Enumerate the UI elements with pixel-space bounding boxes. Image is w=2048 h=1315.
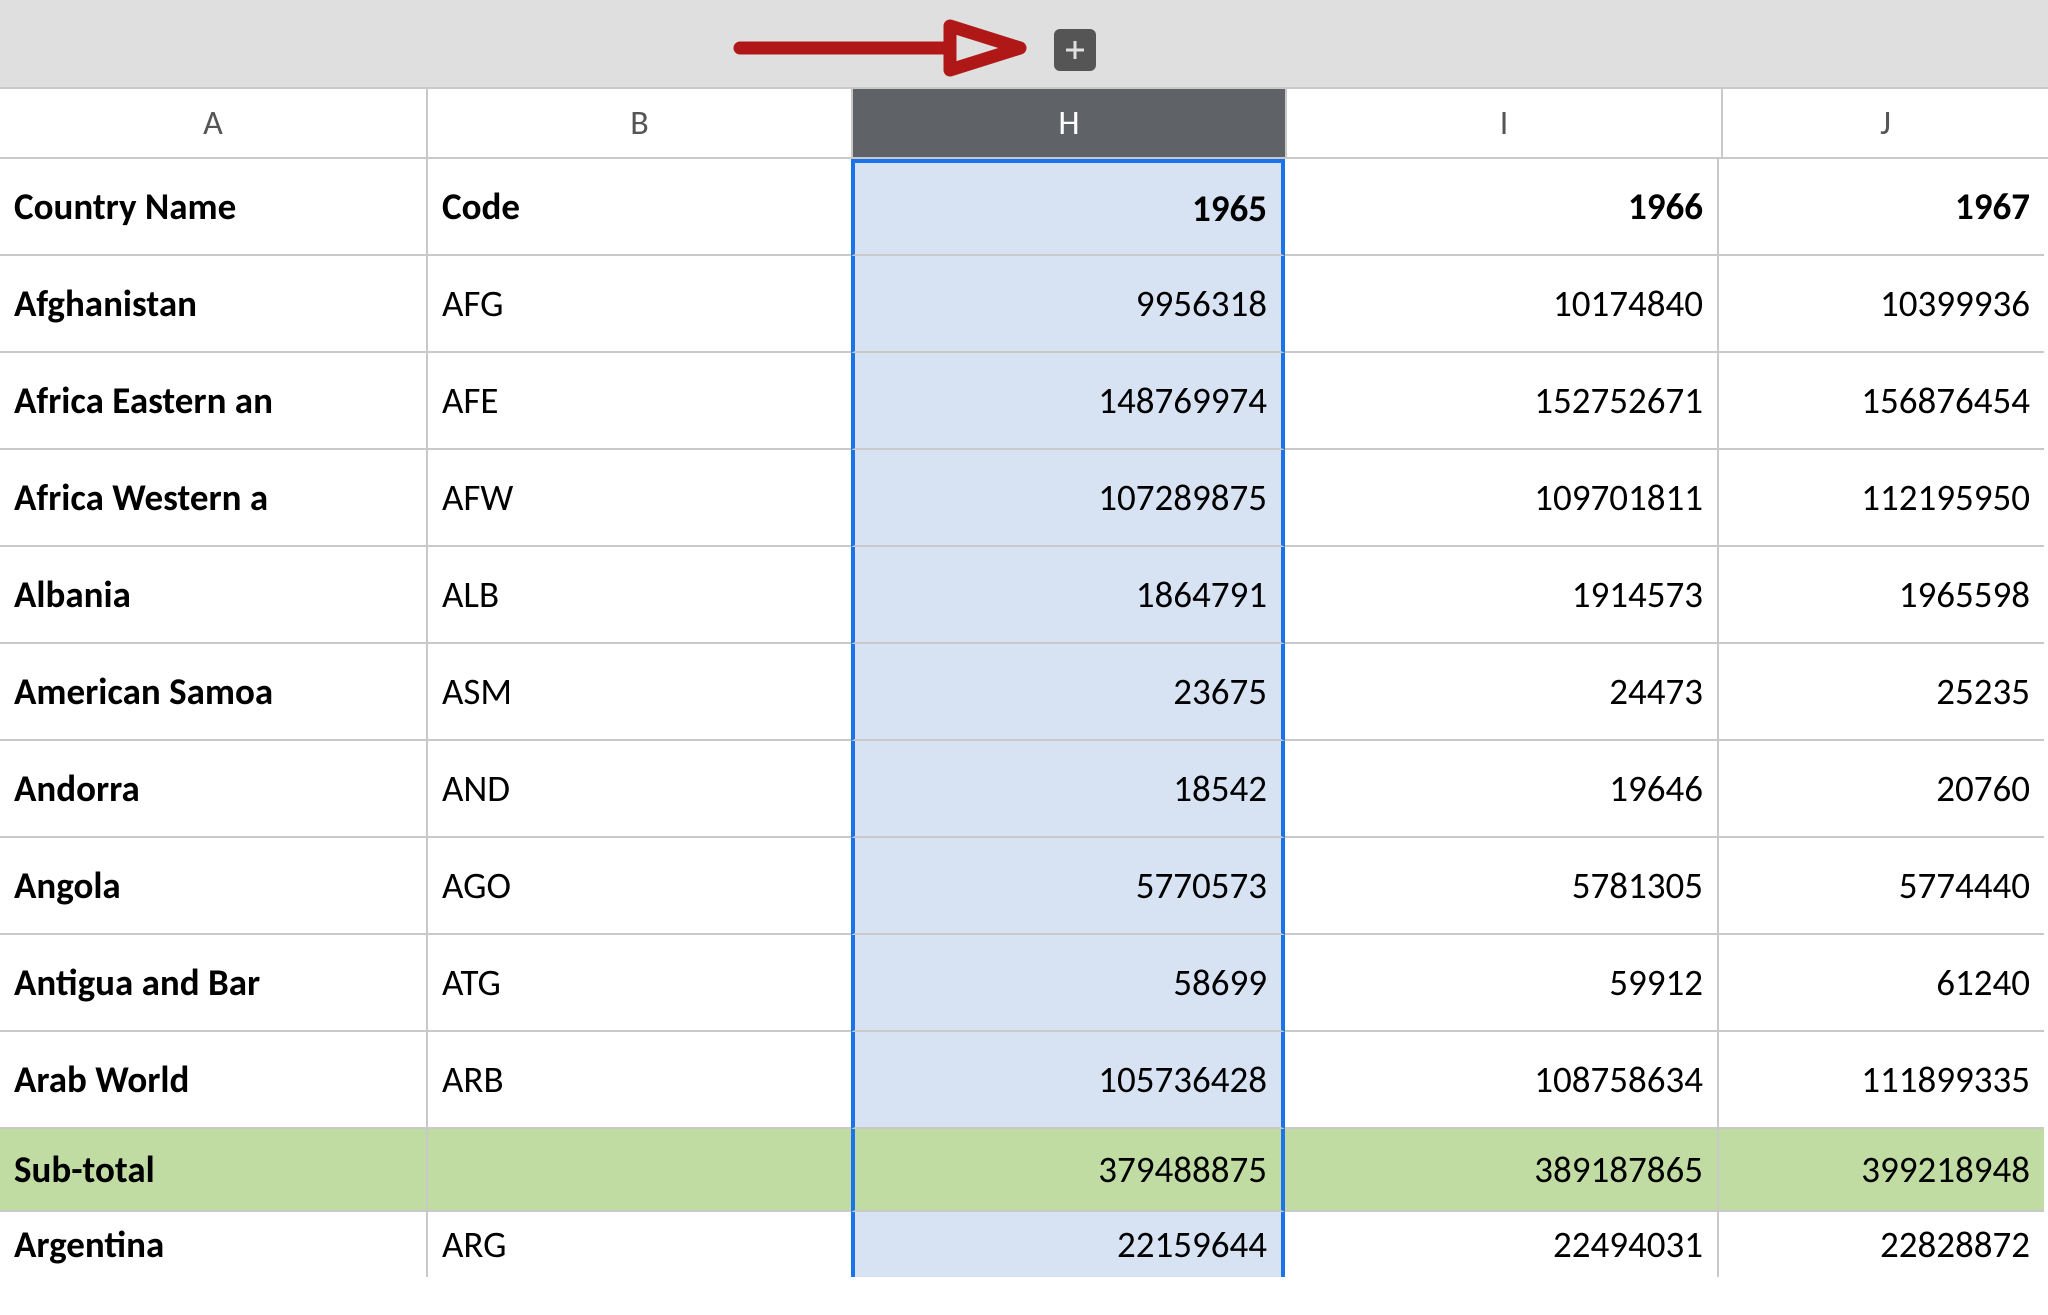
cell-1965[interactable]: 18542 <box>851 741 1285 838</box>
cell-1966[interactable]: 5781305 <box>1281 838 1717 935</box>
cell-1967[interactable]: 111899335 <box>1717 1032 2044 1129</box>
cell-code[interactable]: AGO <box>426 838 851 935</box>
cell-1966[interactable]: 108758634 <box>1281 1032 1717 1129</box>
cell-1967[interactable]: 25235 <box>1717 644 2044 741</box>
cell-1966[interactable]: 59912 <box>1281 935 1717 1032</box>
header-1965[interactable]: 1965 <box>851 159 1285 256</box>
header-1967[interactable]: 1967 <box>1717 159 2044 256</box>
cell-country[interactable]: Afghanistan <box>0 256 426 353</box>
cell-1965[interactable]: 22159644 <box>851 1212 1285 1277</box>
table-row: Angola AGO 5770573 5781305 5774440 <box>0 838 2048 935</box>
data-grid: Country Name Code 1965 1966 1967 Afghani… <box>0 159 2048 1277</box>
table-header-row: Country Name Code 1965 1966 1967 <box>0 159 2048 256</box>
cell-country[interactable]: Albania <box>0 547 426 644</box>
cell-1967[interactable]: 112195950 <box>1717 450 2044 547</box>
expand-group-button[interactable] <box>1054 29 1096 71</box>
cell-1967[interactable]: 10399936 <box>1717 256 2044 353</box>
table-row: Argentina ARG 22159644 22494031 22828872 <box>0 1212 2048 1277</box>
column-header-b[interactable]: B <box>426 89 851 159</box>
table-row: Arab World ARB 105736428 108758634 11189… <box>0 1032 2048 1129</box>
cell-1966[interactable]: 24473 <box>1281 644 1717 741</box>
cell-country[interactable]: American Samoa <box>0 644 426 741</box>
cell-country[interactable]: Argentina <box>0 1212 426 1277</box>
arrow-annotation-icon <box>720 8 1040 88</box>
subtotal-row: Sub-total 379488875 389187865 399218948 <box>0 1129 2048 1212</box>
cell-1965[interactable]: 148769974 <box>851 353 1285 450</box>
plus-icon <box>1065 40 1085 60</box>
cell-1967[interactable]: 1965598 <box>1717 547 2044 644</box>
cell-country[interactable]: Africa Eastern an <box>0 353 426 450</box>
cell-country[interactable]: Africa Western a <box>0 450 426 547</box>
column-header-h[interactable]: H <box>851 89 1285 159</box>
cell-code[interactable]: AFW <box>426 450 851 547</box>
cell-code[interactable]: ARB <box>426 1032 851 1129</box>
cell-1967[interactable]: 22828872 <box>1717 1212 2044 1277</box>
cell-1966[interactable]: 22494031 <box>1281 1212 1717 1277</box>
cell-1965[interactable]: 1864791 <box>851 547 1285 644</box>
table-row: Albania ALB 1864791 1914573 1965598 <box>0 547 2048 644</box>
cell-code[interactable]: AFE <box>426 353 851 450</box>
cell-code[interactable]: ARG <box>426 1212 851 1277</box>
header-country[interactable]: Country Name <box>0 159 426 256</box>
subtotal-1965[interactable]: 379488875 <box>851 1129 1285 1212</box>
cell-1966[interactable]: 152752671 <box>1281 353 1717 450</box>
cell-code[interactable]: ATG <box>426 935 851 1032</box>
cell-country[interactable]: Angola <box>0 838 426 935</box>
cell-1966[interactable]: 109701811 <box>1281 450 1717 547</box>
table-row: Africa Western a AFW 107289875 109701811… <box>0 450 2048 547</box>
table-row: American Samoa ASM 23675 24473 25235 <box>0 644 2048 741</box>
cell-1965[interactable]: 9956318 <box>851 256 1285 353</box>
cell-code[interactable]: AFG <box>426 256 851 353</box>
column-header-i[interactable]: I <box>1285 89 1721 159</box>
cell-1967[interactable]: 61240 <box>1717 935 2044 1032</box>
header-1966[interactable]: 1966 <box>1281 159 1717 256</box>
table-row: Andorra AND 18542 19646 20760 <box>0 741 2048 838</box>
cell-1967[interactable]: 20760 <box>1717 741 2044 838</box>
cell-code[interactable]: ASM <box>426 644 851 741</box>
cell-1966[interactable]: 1914573 <box>1281 547 1717 644</box>
table-row: Afghanistan AFG 9956318 10174840 1039993… <box>0 256 2048 353</box>
header-code[interactable]: Code <box>426 159 851 256</box>
cell-code[interactable]: AND <box>426 741 851 838</box>
subtotal-code[interactable] <box>426 1129 851 1212</box>
subtotal-1967[interactable]: 399218948 <box>1717 1129 2044 1212</box>
cell-code[interactable]: ALB <box>426 547 851 644</box>
column-header-j[interactable]: J <box>1721 89 2048 159</box>
cell-1965[interactable]: 107289875 <box>851 450 1285 547</box>
column-header-a[interactable]: A <box>0 89 426 159</box>
cell-1966[interactable]: 19646 <box>1281 741 1717 838</box>
subtotal-label[interactable]: Sub-total <box>0 1129 426 1212</box>
cell-1965[interactable]: 58699 <box>851 935 1285 1032</box>
cell-country[interactable]: Arab World <box>0 1032 426 1129</box>
column-headers: A B H I J <box>0 89 2048 159</box>
cell-1967[interactable]: 5774440 <box>1717 838 2044 935</box>
cell-1967[interactable]: 156876454 <box>1717 353 2044 450</box>
cell-country[interactable]: Antigua and Bar <box>0 935 426 1032</box>
table-row: Antigua and Bar ATG 58699 59912 61240 <box>0 935 2048 1032</box>
subtotal-1966[interactable]: 389187865 <box>1281 1129 1717 1212</box>
cell-1966[interactable]: 10174840 <box>1281 256 1717 353</box>
cell-1965[interactable]: 105736428 <box>851 1032 1285 1129</box>
spreadsheet-view: A B H I J Country Name Code 1965 1966 19… <box>0 0 2048 1315</box>
cell-country[interactable]: Andorra <box>0 741 426 838</box>
cell-1965[interactable]: 5770573 <box>851 838 1285 935</box>
group-outline-bar <box>0 0 2048 89</box>
cell-1965[interactable]: 23675 <box>851 644 1285 741</box>
table-row: Africa Eastern an AFE 148769974 15275267… <box>0 353 2048 450</box>
